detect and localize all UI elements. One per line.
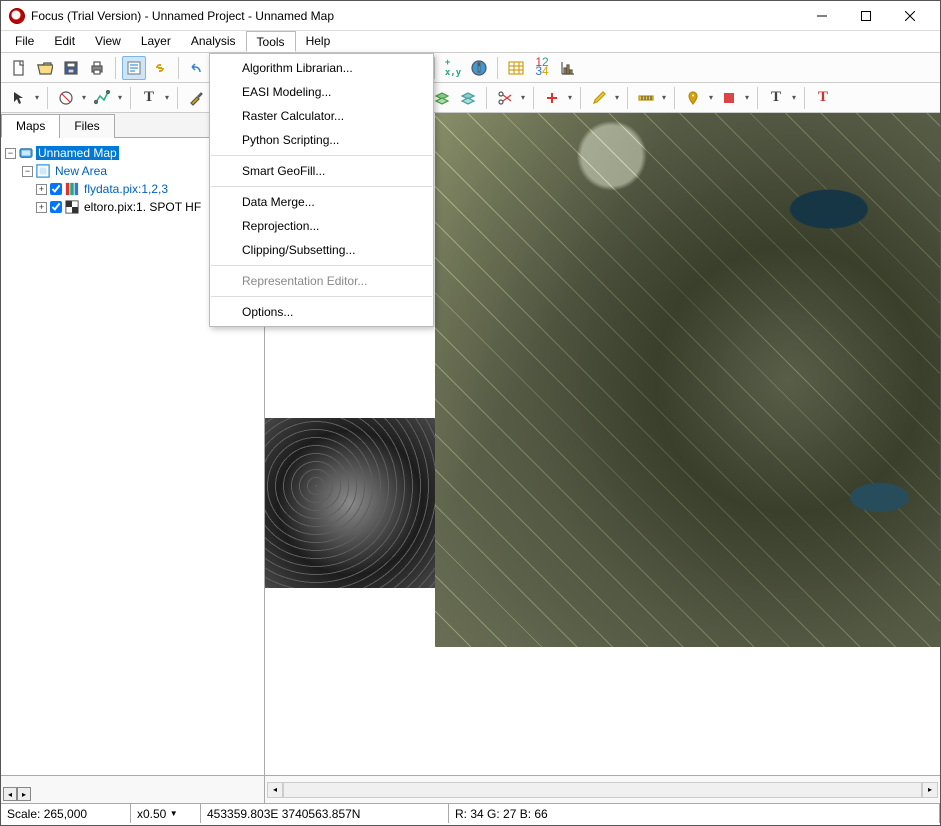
measure-dropdown[interactable] bbox=[660, 86, 668, 110]
main-area: MapsFiles − Unnamed Map − New Area + flyd… bbox=[1, 113, 940, 775]
area-icon bbox=[36, 164, 50, 178]
menu-item-python-scripting-[interactable]: Python Scripting... bbox=[210, 128, 433, 152]
side-tab-maps[interactable]: Maps bbox=[1, 114, 60, 138]
menu-view[interactable]: View bbox=[85, 31, 131, 52]
polyline-button[interactable] bbox=[90, 86, 114, 110]
menu-item-easi-modeling-[interactable]: EASI Modeling... bbox=[210, 80, 433, 104]
tools-menu-dropdown: Algorithm Librarian...EASI Modeling...Ra… bbox=[209, 53, 434, 327]
nopoint-dropdown[interactable] bbox=[80, 86, 88, 110]
tree-scroll-right[interactable]: ▸ bbox=[17, 787, 31, 801]
menu-item-reprojection-[interactable]: Reprojection... bbox=[210, 214, 433, 238]
print-button[interactable] bbox=[85, 56, 109, 80]
tree-toggle-icon[interactable]: − bbox=[5, 148, 16, 159]
layer-label[interactable]: flydata.pix:1,2,3 bbox=[82, 182, 170, 196]
menu-analysis[interactable]: Analysis bbox=[181, 31, 246, 52]
status-coords: 453359.803E 3740563.857N bbox=[201, 804, 449, 823]
toolbar-draw: TTT bbox=[1, 83, 940, 113]
arrow-dropdown[interactable] bbox=[33, 86, 41, 110]
open-button[interactable] bbox=[33, 56, 57, 80]
status-scale[interactable]: Scale: 265,000 bbox=[1, 804, 131, 823]
tree-root-label[interactable]: Unnamed Map bbox=[36, 146, 119, 160]
status-rgb: R: 34 G: 27 B: 66 bbox=[449, 804, 940, 823]
xy-button[interactable]: +x,y bbox=[441, 56, 465, 80]
chart-button[interactable] bbox=[556, 56, 580, 80]
table-button[interactable] bbox=[504, 56, 528, 80]
close-button[interactable] bbox=[888, 2, 932, 30]
scissors-button[interactable] bbox=[493, 86, 517, 110]
layer-label[interactable]: eltoro.pix:1. SPOT HF bbox=[82, 200, 203, 214]
status-bar: Scale: 265,000 x0.50 ▼ 453359.803E 37405… bbox=[1, 803, 940, 823]
pencil-dropdown[interactable] bbox=[613, 86, 621, 110]
scroll-track[interactable] bbox=[283, 782, 922, 798]
info-button[interactable]: i bbox=[467, 56, 491, 80]
tree-toggle-icon[interactable]: + bbox=[36, 184, 47, 195]
map-icon bbox=[19, 146, 33, 160]
menu-item-clipping-subsetting-[interactable]: Clipping/Subsetting... bbox=[210, 238, 433, 262]
tree-scroll-controls: ◂ ▸ bbox=[1, 776, 265, 803]
toolbar-main: +x,y i 1234 bbox=[1, 53, 940, 83]
window-title: Focus (Trial Version) - Unnamed Project … bbox=[31, 9, 800, 23]
text-button[interactable]: T bbox=[137, 86, 161, 110]
undo-button[interactable] bbox=[185, 56, 209, 80]
text-dropdown[interactable] bbox=[163, 86, 171, 110]
minimize-button[interactable] bbox=[800, 2, 844, 30]
report-button[interactable] bbox=[122, 56, 146, 80]
menu-item-raster-calculator-[interactable]: Raster Calculator... bbox=[210, 104, 433, 128]
viewer-hscroll[interactable]: ◂ ▸ bbox=[265, 782, 940, 798]
tree-toggle-icon[interactable]: + bbox=[36, 202, 47, 213]
status-zoom[interactable]: x0.50 ▼ bbox=[131, 804, 201, 823]
menu-item-smart-geofill-[interactable]: Smart GeoFill... bbox=[210, 159, 433, 183]
layer-visible-checkbox[interactable] bbox=[50, 183, 62, 195]
menu-item-representation-editor-: Representation Editor... bbox=[210, 269, 433, 293]
tree-scroll-left[interactable]: ◂ bbox=[3, 787, 17, 801]
layer-visible-checkbox[interactable] bbox=[50, 201, 62, 213]
menu-layer[interactable]: Layer bbox=[131, 31, 181, 52]
menu-item-algorithm-librarian-[interactable]: Algorithm Librarian... bbox=[210, 56, 433, 80]
titlebar: Focus (Trial Version) - Unnamed Project … bbox=[1, 1, 940, 31]
menu-item-options-[interactable]: Options... bbox=[210, 300, 433, 324]
T1-button[interactable]: T bbox=[764, 86, 788, 110]
pin-dropdown[interactable] bbox=[707, 86, 715, 110]
menu-tools[interactable]: Tools bbox=[246, 31, 296, 52]
link-button[interactable] bbox=[148, 56, 172, 80]
tree-area-label[interactable]: New Area bbox=[53, 164, 109, 178]
legend-button[interactable]: 1234 bbox=[530, 56, 554, 80]
arrow-button[interactable] bbox=[7, 86, 31, 110]
side-tab-files[interactable]: Files bbox=[59, 114, 114, 138]
new-button[interactable] bbox=[7, 56, 31, 80]
thumbnail-grayscale[interactable] bbox=[265, 418, 435, 588]
polyline-dropdown[interactable] bbox=[116, 86, 124, 110]
maximize-button[interactable] bbox=[844, 2, 888, 30]
fill-button[interactable] bbox=[717, 86, 741, 110]
satellite-image-main[interactable] bbox=[435, 113, 940, 647]
menu-file[interactable]: File bbox=[5, 31, 44, 52]
menu-item-data-merge-[interactable]: Data Merge... bbox=[210, 190, 433, 214]
measure-button[interactable] bbox=[634, 86, 658, 110]
menubar: FileEditViewLayerAnalysisToolsHelp bbox=[1, 31, 940, 53]
save-button[interactable] bbox=[59, 56, 83, 80]
svg-text:i: i bbox=[477, 61, 480, 75]
scroll-left-button[interactable]: ◂ bbox=[267, 782, 283, 798]
menu-help[interactable]: Help bbox=[296, 31, 341, 52]
plus-button[interactable] bbox=[540, 86, 564, 110]
plus-dropdown[interactable] bbox=[566, 86, 574, 110]
T2-button[interactable]: T bbox=[811, 86, 835, 110]
brush-button[interactable] bbox=[184, 86, 208, 110]
scissors-dropdown[interactable] bbox=[519, 86, 527, 110]
app-icon bbox=[9, 8, 25, 24]
menu-edit[interactable]: Edit bbox=[44, 31, 85, 52]
tree-toggle-icon[interactable]: − bbox=[22, 166, 33, 177]
stack2-button[interactable] bbox=[456, 86, 480, 110]
scroll-right-button[interactable]: ▸ bbox=[922, 782, 938, 798]
pin-button[interactable] bbox=[681, 86, 705, 110]
scroll-row: ◂ ▸ ◂ ▸ bbox=[1, 775, 940, 803]
fill-dropdown[interactable] bbox=[743, 86, 751, 110]
pencil-button[interactable] bbox=[587, 86, 611, 110]
layer-type-icon bbox=[65, 200, 79, 214]
layer-type-icon bbox=[65, 182, 79, 196]
T1-dropdown[interactable] bbox=[790, 86, 798, 110]
nopoint-button[interactable] bbox=[54, 86, 78, 110]
